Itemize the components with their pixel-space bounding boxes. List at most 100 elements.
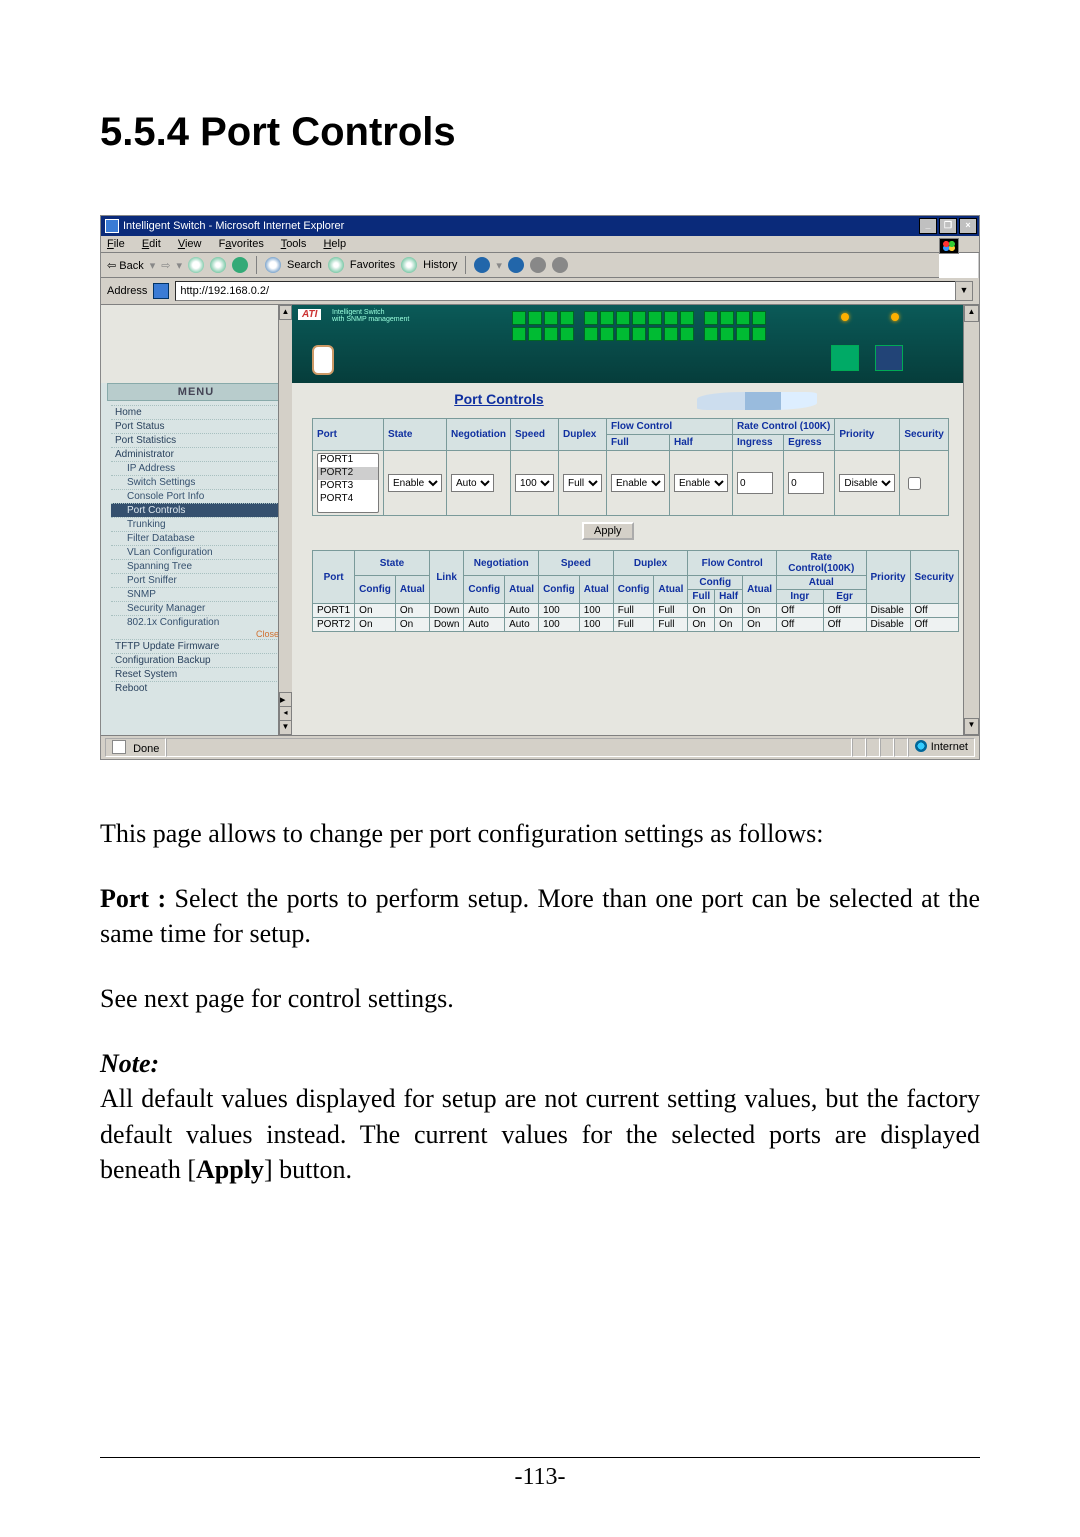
sidebar-sub-console-port[interactable]: Console Port Info <box>111 489 281 503</box>
scroll-right-icon[interactable]: ▸ <box>279 692 292 707</box>
stop-icon[interactable] <box>188 257 204 273</box>
hdr-state: State <box>384 419 447 451</box>
sh-speed: Speed <box>539 551 614 576</box>
sidebar-item-reboot[interactable]: Reboot <box>111 681 281 695</box>
sidebar-sub-trunking[interactable]: Trunking <box>111 517 281 531</box>
sidebar-close[interactable]: Close <box>101 629 291 639</box>
menu-tools[interactable]: Tools <box>281 238 307 250</box>
sidebar-sub-snmp[interactable]: SNMP <box>111 587 281 601</box>
content-scroll-down-icon[interactable]: ▼ <box>964 718 979 735</box>
hdr-priority: Priority <box>835 419 900 451</box>
security-checkbox[interactable] <box>908 477 921 490</box>
speed-select[interactable]: 100 <box>515 474 554 492</box>
port-select[interactable]: PORT1 PORT2 PORT3 PORT4 <box>317 453 379 513</box>
sidebar-item-tftp[interactable]: TFTP Update Firmware <box>111 639 281 653</box>
discuss-icon[interactable] <box>552 257 568 273</box>
sh-neg-atual: Atual <box>505 576 539 604</box>
sh-state: State <box>355 551 430 576</box>
sh-rate-egr: Egr <box>823 590 866 604</box>
windows-flag-icon <box>939 238 959 254</box>
window-close-button[interactable]: × <box>959 218 977 234</box>
history-button[interactable]: History <box>423 259 457 271</box>
favorites-icon[interactable] <box>328 257 344 273</box>
sidebar-scrollbar[interactable]: ▲ ▼ ◂ ▸ <box>278 305 292 735</box>
sidebar-item-reset-system[interactable]: Reset System <box>111 667 281 681</box>
hdr-rate-eg: Egress <box>784 435 835 451</box>
sidebar-item-home[interactable]: Home <box>111 405 281 419</box>
hdr-duplex: Duplex <box>559 419 607 451</box>
sh-spd-atual: Atual <box>579 576 613 604</box>
ingress-input[interactable] <box>737 472 773 494</box>
flow-half-select[interactable]: Enable <box>674 474 728 492</box>
history-icon[interactable] <box>401 257 417 273</box>
search-button[interactable]: Search <box>287 259 322 271</box>
browser-toolbar: ⇦ Back ▾ ⇨ ▾ Search Favorites History ▾ <box>101 253 939 278</box>
sh-negotiation: Negotiation <box>464 551 539 576</box>
sidebar-sub-vlan-config[interactable]: VLan Configuration <box>111 545 281 559</box>
menu-view[interactable]: View <box>178 238 202 250</box>
scroll-down-icon[interactable]: ▼ <box>279 720 292 735</box>
sidebar-sub-ip-address[interactable]: IP Address <box>111 461 281 475</box>
egress-input[interactable] <box>788 472 824 494</box>
sidebar-item-config-backup[interactable]: Configuration Backup <box>111 653 281 667</box>
print-icon[interactable] <box>508 257 524 273</box>
flow-full-select[interactable]: Enable <box>611 474 665 492</box>
content-scrollbar[interactable]: ▲ ▼ <box>963 305 979 735</box>
sh-priority: Priority <box>866 551 910 604</box>
scroll-left-icon[interactable]: ◂ <box>279 706 292 721</box>
menu-file[interactable]: File <box>107 238 125 250</box>
sh-dup-config: Config <box>613 576 654 604</box>
page-number: -113- <box>100 1457 980 1491</box>
edit-icon[interactable] <box>530 257 546 273</box>
sh-flow-full: Full <box>688 590 715 604</box>
back-button[interactable]: ⇦ Back <box>107 259 144 272</box>
sidebar-sub-spanning-tree[interactable]: Spanning Tree <box>111 559 281 573</box>
menu-edit[interactable]: Edit <box>142 238 161 250</box>
sidebar-sub-filter-database[interactable]: Filter Database <box>111 531 281 545</box>
sh-duplex: Duplex <box>613 551 688 576</box>
hdr-port: Port <box>313 419 384 451</box>
sidebar-sub-port-controls[interactable]: Port Controls <box>111 503 281 517</box>
sh-spd-config: Config <box>539 576 580 604</box>
sidebar-item-port-statistics[interactable]: Port Statistics <box>111 433 281 447</box>
menu-favorites[interactable]: Favorites <box>219 238 264 250</box>
sidebar-sub-switch-settings[interactable]: Switch Settings <box>111 475 281 489</box>
priority-select[interactable]: Disable <box>839 474 895 492</box>
address-dropdown-button[interactable]: ▼ <box>955 281 973 301</box>
sidebar-item-administrator[interactable]: Administrator <box>111 447 281 461</box>
sh-flow-atual: Atual <box>743 576 777 604</box>
port-group-2 <box>584 311 694 341</box>
sidebar-sub-8021x-config[interactable]: 802.1x Configuration <box>111 615 281 629</box>
status-row-2: PORT2 On On Down Auto Auto 100 100 Full … <box>313 618 959 632</box>
sidebar-sub-port-sniffer[interactable]: Port Sniffer <box>111 573 281 587</box>
content-scroll-up-icon[interactable]: ▲ <box>964 305 979 322</box>
paragraph-see-next: See next page for control settings. <box>100 981 980 1016</box>
home-icon[interactable] <box>232 257 248 273</box>
menu-help[interactable]: Help <box>323 238 346 250</box>
ie-icon <box>105 219 119 233</box>
paragraph-intro: This page allows to change per port conf… <box>100 816 980 851</box>
paragraph-port: Port : Select the ports to perform setup… <box>100 881 980 951</box>
address-bar: Address ▼ <box>101 278 979 305</box>
vendor-logo: ATI <box>298 309 321 320</box>
sh-link: Link <box>429 551 464 604</box>
negotiation-select[interactable]: Auto <box>451 474 494 492</box>
refresh-icon[interactable] <box>210 257 226 273</box>
forward-button[interactable]: ⇨ <box>161 259 170 272</box>
search-icon[interactable] <box>265 257 281 273</box>
sidebar-sub-security-manager[interactable]: Security Manager <box>111 601 281 615</box>
address-icon <box>153 283 169 299</box>
duplex-select[interactable]: Full <box>563 474 602 492</box>
hdr-speed: Speed <box>511 419 559 451</box>
mail-icon[interactable] <box>474 257 490 273</box>
browser-statusbar: Done Internet <box>101 735 979 759</box>
sidebar-item-port-status[interactable]: Port Status <box>111 419 281 433</box>
address-input[interactable] <box>175 281 968 301</box>
favorites-button[interactable]: Favorites <box>350 259 395 271</box>
window-maximize-button[interactable]: ❐ <box>939 218 957 234</box>
scroll-up-icon[interactable]: ▲ <box>279 305 292 320</box>
state-select[interactable]: Enable <box>388 474 442 492</box>
window-minimize-button[interactable]: _ <box>919 218 937 234</box>
fan-icon <box>312 345 334 375</box>
apply-button[interactable]: Apply <box>582 522 634 540</box>
